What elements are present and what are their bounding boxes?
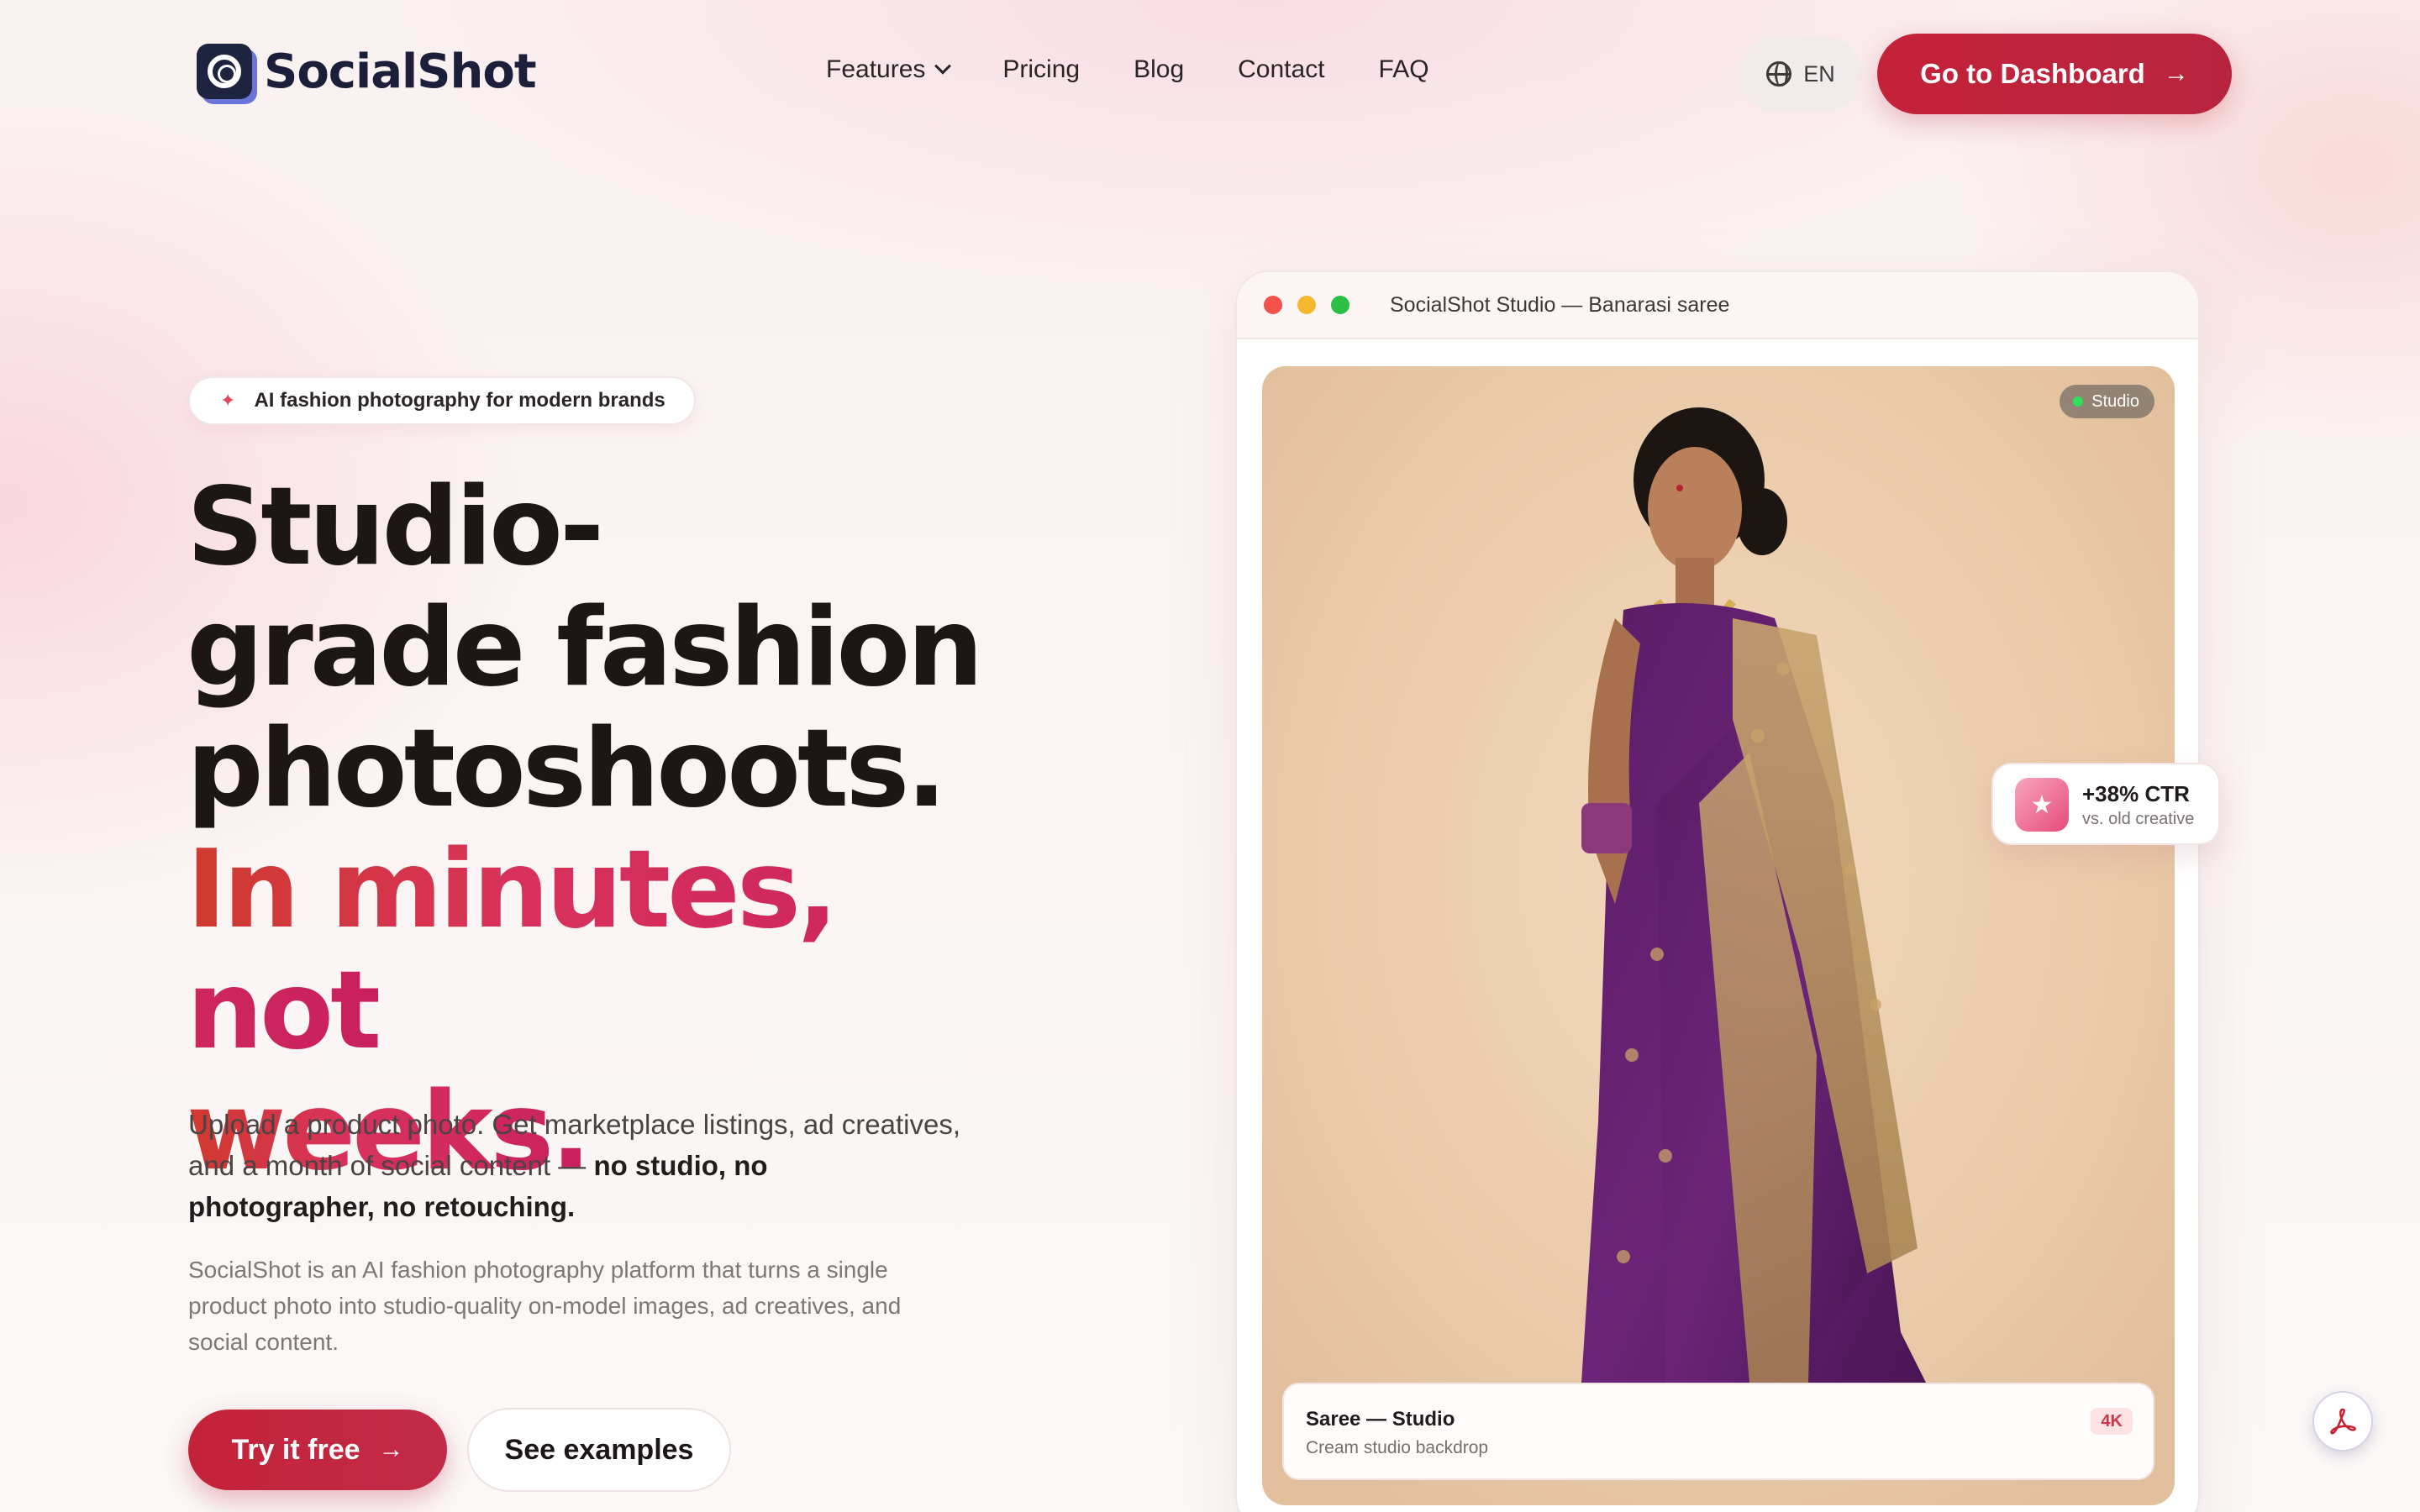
model-photo: Studio Saree — Studio Cream studio backd… [1262,366,2175,1505]
nav-features-label: Features [826,55,926,83]
hero-badge: ✦ AI fashion photography for modern bran… [188,376,696,425]
window-title: SocialShot Studio — Banarasi saree [1390,292,1730,317]
caption-subtitle: Cream studio backdrop [1306,1438,1489,1457]
hero-description: SocialShot is an AI fashion photography … [188,1257,902,1355]
window-titlebar: SocialShot Studio — Banarasi saree [1237,272,2198,339]
nav-contact[interactable]: Contact [1238,55,1324,84]
headline-accent-line-1: In minutes, not [187,827,839,1074]
camera-logo-icon [197,44,252,99]
studio-status-tag: Studio [2060,385,2154,418]
saree-model-illustration [1581,407,1926,1383]
resolution-badge: 4K [2091,1408,2133,1435]
hero-headline: Studio- grade fashion photoshoots. In mi… [187,467,1027,1193]
brand-name: SocialShot [264,44,537,99]
headline-line-2: grade fashion [187,585,983,711]
brand-logo[interactable]: SocialShot [197,44,537,99]
ctr-value: +38% CTR [2082,781,2190,806]
arrow-right-icon: → [378,1436,404,1463]
try-it-free-button[interactable]: Try it free → [188,1410,447,1490]
lead-text: Upload a product photo. Get marketplace … [188,1109,960,1181]
ctr-stat-card: ★ +38% CTR vs. old creative [1991,763,2220,845]
chevron-down-icon [934,57,952,75]
hero-lead: Upload a product photo. Get marketplace … [188,1104,961,1227]
pdf-extension-button[interactable] [2312,1391,2373,1452]
caption-title: Saree — Studio [1306,1408,1455,1431]
studio-preview-window: SocialShot Studio — Banarasi saree Studi… [1235,270,2200,1512]
photo-caption-card: Saree — Studio Cream studio backdrop 4K [1282,1383,2154,1480]
pdf-icon [2330,1408,2356,1435]
language-label: EN [1803,60,1835,87]
headline-line-1: Studio- [187,465,604,590]
dashboard-button-label: Go to Dashboard [1920,58,2145,89]
try-button-label: Try it free [231,1433,360,1466]
globe-icon [1766,61,1792,87]
go-to-dashboard-button[interactable]: Go to Dashboard → [1877,34,2232,114]
nav-blog[interactable]: Blog [1134,55,1184,84]
main-menu: Features Pricing Blog Contact FAQ [826,55,1429,84]
top-navbar: SocialShot Features Pricing Blog Contact… [0,0,2420,148]
hero-badge-text: AI fashion photography for modern brands [254,389,666,412]
nav-pricing[interactable]: Pricing [1002,55,1080,84]
nav-features[interactable]: Features [826,55,952,84]
arrow-right-icon: → [2163,60,2189,87]
star-icon: ★ [2015,778,2069,832]
ctr-label: vs. old creative [2082,810,2195,828]
maximize-dot-icon [1331,296,1349,314]
language-switcher[interactable]: EN [1739,37,1862,111]
status-dot-icon [2073,396,2084,407]
headline-line-3: photoshoots. [187,706,947,832]
see-examples-button[interactable]: See examples [467,1408,731,1492]
sparkle-icon: ✦ [220,390,236,411]
nav-faq[interactable]: FAQ [1379,55,1429,84]
close-dot-icon [1264,296,1282,314]
studio-tag-label: Studio [2091,391,2139,411]
minimize-dot-icon [1297,296,1316,314]
